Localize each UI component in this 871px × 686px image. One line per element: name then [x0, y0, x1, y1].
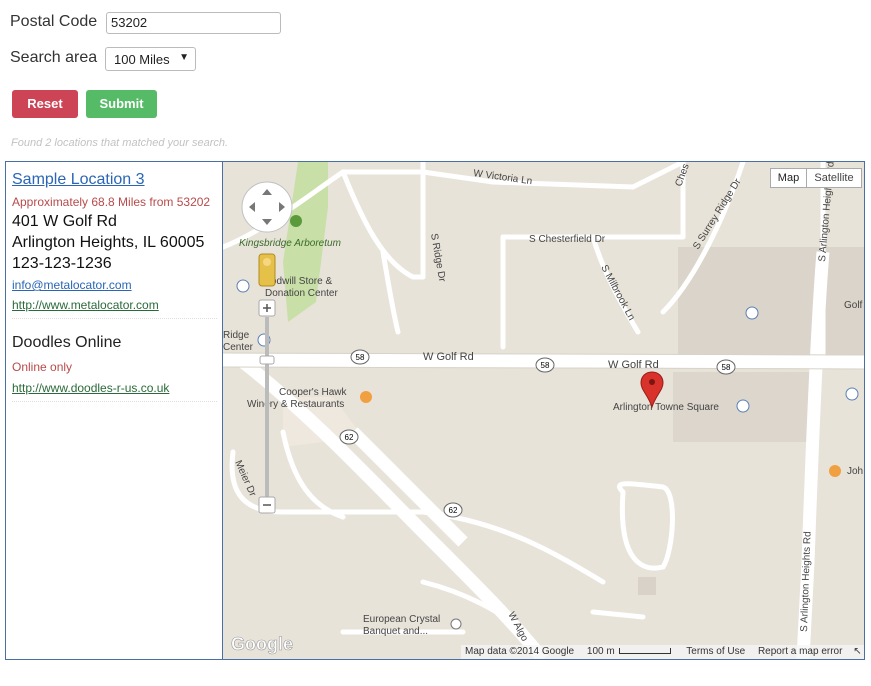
shopping-icon: [236, 279, 250, 293]
label-towne-square: Arlington Towne Square: [613, 402, 719, 413]
shopping-icon: [845, 387, 859, 401]
location-item: Doodles Online Online only http://www.do…: [12, 334, 217, 402]
location-phone: 123-123-1236: [12, 255, 112, 272]
label-ridge-center: Ridge: [223, 330, 250, 341]
zoom-out-button[interactable]: [258, 496, 276, 514]
reset-button[interactable]: Reset: [12, 90, 78, 118]
pan-control[interactable]: [241, 181, 293, 233]
tree-icon: [290, 215, 302, 227]
venue-icon: [450, 618, 462, 630]
map-type-map-button[interactable]: Map: [770, 168, 807, 188]
results-panel: Sample Location 3 Approximately 68.8 Mil…: [5, 161, 865, 660]
building-area: [678, 247, 864, 367]
search-area-label: Search area: [10, 49, 98, 66]
label-arboretum: Kingsbridge Arboretum: [239, 238, 341, 249]
route-62-shield: 62: [345, 433, 354, 442]
location-divider: [12, 318, 217, 319]
zoom-in-button[interactable]: [258, 299, 276, 317]
location-distance: Online only: [12, 360, 73, 374]
map-view[interactable]: 58 58 58 62 62 W Victoria Ln S Chesterfi…: [223, 162, 864, 659]
expand-icon[interactable]: ↖: [853, 646, 861, 657]
map-data-attribution: Map data ©2014 Google: [465, 646, 575, 657]
location-website-link[interactable]: http://www.doodles-r-us.co.uk: [12, 381, 212, 395]
restaurant-icon: [829, 465, 841, 477]
terms-of-use-link[interactable]: Terms of Use: [686, 646, 745, 657]
postal-code-label: Postal Code: [10, 13, 98, 30]
shopping-icon: [745, 306, 759, 320]
location-distance: Approximately 68.8 Miles from 53202: [12, 195, 211, 209]
restaurant-icon: [360, 391, 372, 403]
zoom-handle[interactable]: [259, 355, 275, 365]
location-address-line1: 401 W Golf Rd: [12, 213, 117, 230]
label-golf-rd: W Golf Rd: [423, 351, 474, 363]
location-email-link[interactable]: info@metalocator.com: [12, 278, 212, 292]
location-list: Sample Location 3 Approximately 68.8 Mil…: [6, 162, 223, 659]
label-golf-edge: Golf: [844, 300, 863, 311]
label-ridge-center: Center: [223, 342, 254, 353]
label-coopers-hawk: Winery & Restaurants: [247, 399, 344, 410]
route-58-shield: 58: [722, 363, 731, 372]
label-chesterfield: S Chesterfield Dr: [529, 234, 606, 245]
search-area-select[interactable]: 100 Miles ▼: [105, 47, 196, 71]
map-footer: Map data ©2014 Google 100 m Terms of Use…: [461, 645, 864, 659]
location-address-line2: Arlington Heights, IL 60005: [12, 234, 205, 251]
pegman-icon[interactable]: [258, 253, 276, 287]
label-joh: Joh: [847, 466, 863, 477]
submit-button[interactable]: Submit: [86, 90, 157, 118]
shopping-icon: [736, 399, 750, 413]
label-goodwill: odwill Store &: [271, 276, 332, 287]
building-small: [638, 577, 656, 595]
route-62-shield: 62: [449, 506, 458, 515]
label-coopers-hawk: Cooper's Hawk: [279, 387, 347, 398]
label-european-crystal: Banquet and...: [363, 626, 428, 637]
map-scale: 100 m: [586, 646, 615, 657]
dropdown-caret-icon: ▼: [179, 52, 189, 63]
map-canvas[interactable]: 58 58 58 62 62 W Victoria Ln S Chesterfi…: [223, 162, 864, 659]
label-european-crystal: European Crystal: [363, 614, 440, 625]
map-type-satellite-button[interactable]: Satellite: [806, 168, 862, 188]
map-scale-bar: [619, 648, 672, 654]
google-logo: Google: [231, 634, 293, 654]
location-title-link[interactable]: Sample Location 3: [12, 171, 212, 189]
report-map-error-link[interactable]: Report a map error: [758, 646, 842, 657]
location-website-link[interactable]: http://www.metalocator.com: [12, 298, 212, 312]
location-item: Sample Location 3 Approximately 68.8 Mil…: [12, 171, 217, 319]
label-goodwill: Donation Center: [265, 288, 338, 299]
label-golf-rd: W Golf Rd: [608, 359, 659, 371]
route-58-shield: 58: [356, 353, 365, 362]
location-divider: [12, 401, 217, 402]
search-area-value: 100 Miles: [114, 52, 170, 67]
location-title: Doodles Online: [12, 334, 122, 351]
route-58-shield: 58: [541, 361, 550, 370]
postal-code-input[interactable]: 53202: [106, 12, 281, 34]
results-count-message: Found 2 locations that matched your sear…: [11, 137, 229, 149]
